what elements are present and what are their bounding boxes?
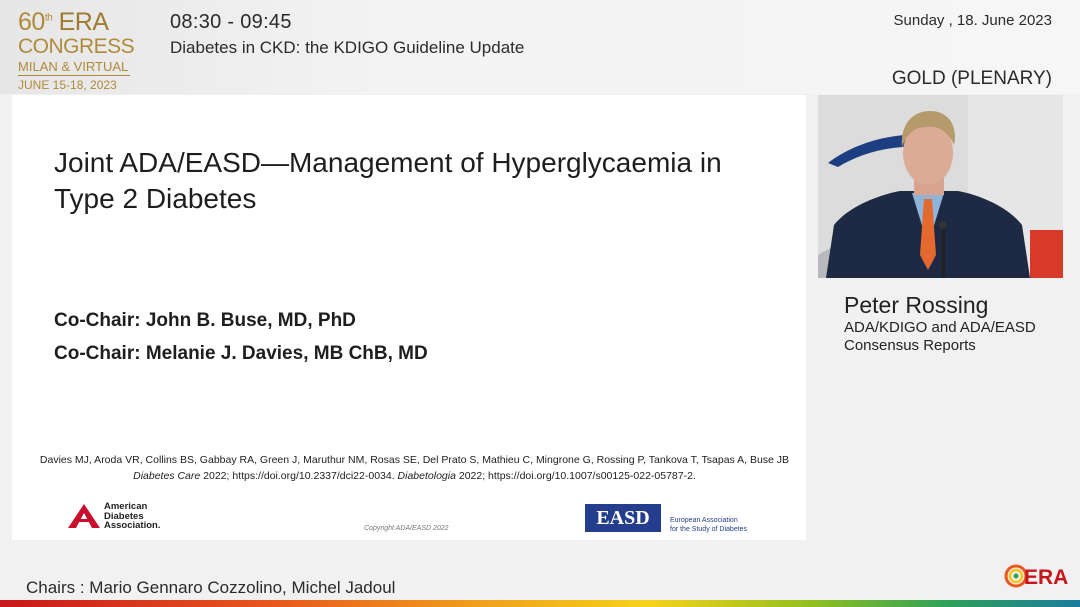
citation-journal-2: Diabetologia: [397, 470, 456, 482]
session-time: 08:30 - 09:45: [170, 11, 292, 33]
easd-text-line: European Association: [670, 517, 738, 524]
easd-text-line: for the Study of Diabetes: [670, 526, 748, 533]
cochair-2: Co-Chair: Melanie J. Davies, MB ChB, MD: [54, 343, 428, 364]
speaker-role-line: ADA/KDIGO and ADA/EASD: [844, 319, 1036, 336]
speaker-name: Peter Rossing: [844, 292, 989, 318]
slide-citation: Davies MJ, Aroda VR, Collins BS, Gabbay …: [32, 452, 797, 484]
ada-triangle-icon: [68, 504, 100, 528]
era-logo-text: ERA: [1024, 566, 1068, 589]
presentation-slide: Joint ADA/EASD—Management of Hyperglycae…: [12, 95, 806, 540]
speaker-role: ADA/KDIGO and ADA/EASD Consensus Reports: [844, 319, 1074, 355]
speaker-video: [818, 95, 1063, 278]
cochair-1: Co-Chair: John B. Buse, MD, PhD: [54, 310, 356, 331]
logo-dates: JUNE 15-18, 2023: [18, 78, 117, 92]
logo-ordinal: th: [44, 12, 53, 24]
session-room: GOLD (PLENARY): [891, 68, 1052, 89]
slide-title: Joint ADA/EASD—Management of Hyperglycae…: [54, 147, 722, 214]
era-logo: ERA: [1004, 558, 1074, 599]
citation-journal-1: Diabetes Care: [133, 470, 201, 482]
citation-ref-1: 2022; https://doi.org/10.2337/dci22-0034…: [200, 470, 398, 482]
logo-rule: [18, 75, 130, 76]
era-congress-logo: 60th ERA CONGRESS MILAN & VIRTUAL JUNE 1…: [18, 10, 148, 91]
easd-logo: EASD: [585, 504, 661, 532]
logo-era-word: ERA: [58, 8, 109, 36]
session-date: Sunday , 18. June 2023: [893, 12, 1052, 29]
speaker-video-frame: [818, 95, 1063, 278]
easd-logo-text: European Association for the Study of Di…: [670, 516, 747, 534]
session-title: Diabetes in CKD: the KDIGO Guideline Upd…: [170, 38, 525, 57]
speaker-role-line: Consensus Reports: [844, 337, 976, 354]
ada-text-line: Association.: [104, 520, 161, 531]
era-swirl-icon: ERA: [1004, 564, 1068, 589]
bottom-color-strip: [0, 600, 1080, 607]
ada-logo: American Diabetes Association.: [68, 500, 178, 530]
logo-number: 60: [18, 8, 45, 36]
logo-congress-word: CONGRESS: [18, 35, 135, 58]
slide-copyright: Copyright ADA/EASD 2022: [364, 525, 449, 532]
logo-location: MILAN & VIRTUAL: [18, 59, 129, 74]
citation-authors: Davies MJ, Aroda VR, Collins BS, Gabbay …: [39, 454, 790, 466]
citation-ref-2: 2022; https://doi.org/10.1007/s00125-022…: [455, 470, 696, 482]
session-chairs: Chairs : Mario Gennaro Cozzolino, Michel…: [26, 578, 396, 597]
